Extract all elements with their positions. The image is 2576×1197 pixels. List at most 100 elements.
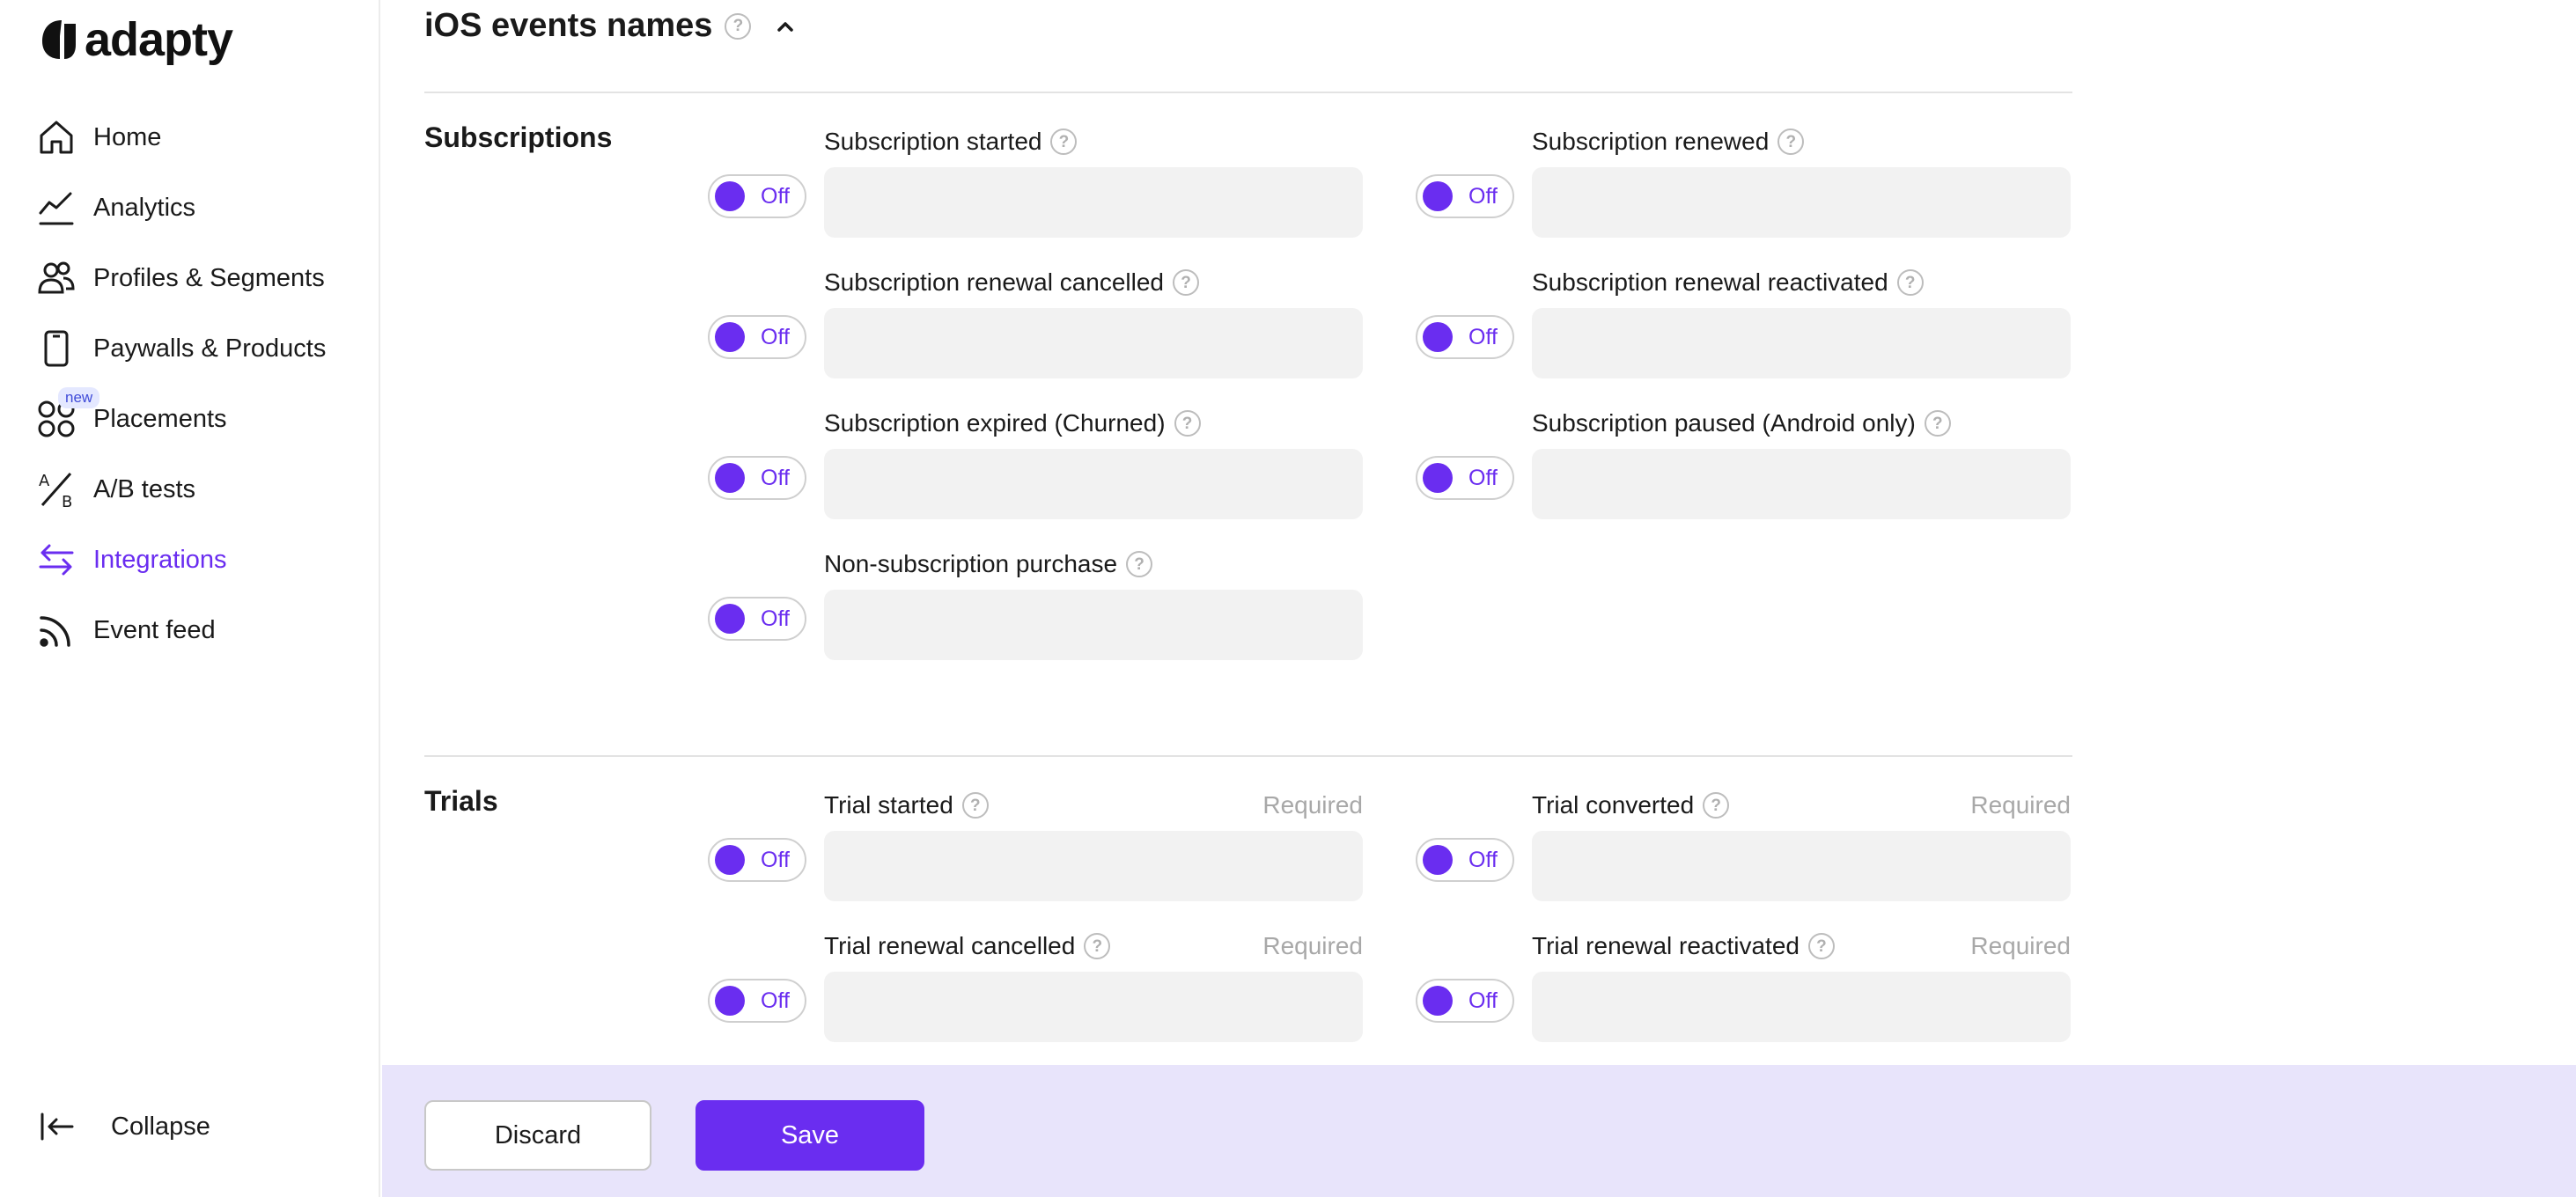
action-bar: Discard Save	[382, 1065, 2576, 1197]
help-icon[interactable]: ?	[1896, 269, 1924, 296]
field-label-row: Subscription renewal reactivated ?	[1532, 266, 2071, 299]
sidebar-item-label: Event feed	[93, 615, 216, 644]
event-name-input[interactable]	[824, 590, 1363, 660]
sidebar-item-label: Analytics	[93, 193, 196, 222]
collapse-button[interactable]: Collapse	[37, 1107, 210, 1146]
toggle-knob	[715, 181, 745, 211]
field-label: Non-subscription purchase	[824, 550, 1118, 577]
help-icon[interactable]: ?	[1807, 933, 1835, 959]
save-button[interactable]: Save	[696, 1100, 924, 1171]
adapty-logo[interactable]: adapty	[40, 13, 233, 66]
event-name-input[interactable]	[824, 831, 1363, 901]
help-icon[interactable]: ?	[961, 792, 989, 819]
sidebar-item-analytics[interactable]: Analytics	[0, 173, 380, 243]
toggle-knob	[715, 463, 745, 493]
field-trial-started: Trial started ? Required Off	[708, 789, 1439, 903]
toggle-knob	[715, 986, 745, 1016]
divider	[424, 92, 2072, 93]
help-icon[interactable]: ?	[1084, 933, 1111, 959]
toggle-switch[interactable]: Off	[708, 174, 806, 218]
group-title-trials: Trials	[424, 785, 498, 817]
sidebar-item-placements[interactable]: new Placements	[0, 384, 380, 454]
toggle-knob	[715, 604, 745, 634]
field-label-row: Subscription paused (Android only) ?	[1532, 407, 2071, 440]
field-subscription-expired: Subscription expired (Churned) ? Off	[708, 407, 1439, 521]
help-icon[interactable]: ?	[1777, 129, 1805, 155]
event-name-input[interactable]	[824, 449, 1363, 519]
sidebar-item-ab-tests[interactable]: AB A/B tests	[0, 454, 380, 525]
toggle-switch[interactable]: Off	[1416, 456, 1514, 500]
field-label: Subscription paused (Android only)	[1532, 409, 1916, 437]
discard-button[interactable]: Discard	[424, 1100, 651, 1171]
event-name-input[interactable]	[824, 972, 1363, 1042]
collapse-label: Collapse	[111, 1112, 210, 1141]
main-nav: Home Analytics Profiles & Segments Paywa…	[0, 102, 380, 665]
sidebar-item-integrations[interactable]: Integrations	[0, 525, 380, 595]
group-title-subscriptions: Subscriptions	[424, 121, 613, 153]
toggle-switch[interactable]: Off	[708, 456, 806, 500]
field-label-row: Trial started ? Required	[824, 789, 1363, 822]
toggle-label: Off	[1468, 184, 1498, 209]
field-label-row: Trial converted ? Required	[1532, 789, 2071, 822]
help-icon[interactable]: ?	[1703, 792, 1730, 819]
sidebar-item-paywalls-products[interactable]: Paywalls & Products	[0, 313, 380, 384]
field-trial-renewal-reactivated: Trial renewal reactivated ? Required Off	[1416, 929, 2146, 1044]
field-label-row: Trial renewal cancelled ? Required	[824, 929, 1363, 963]
help-icon[interactable]: ?	[1924, 410, 1951, 437]
sidebar-item-profiles-segments[interactable]: Profiles & Segments	[0, 243, 380, 313]
event-name-input[interactable]	[1532, 831, 2071, 901]
required-label: Required	[1970, 932, 2071, 959]
toggle-label: Off	[1468, 988, 1498, 1013]
help-icon[interactable]: ?	[1173, 269, 1199, 296]
field-label: Trial started	[824, 791, 953, 819]
sidebar-item-home[interactable]: Home	[0, 102, 380, 173]
svg-text:B: B	[62, 493, 72, 509]
toggle-knob	[715, 322, 745, 352]
logo-text: adapty	[85, 13, 233, 66]
toggle-switch[interactable]: Off	[708, 597, 806, 641]
field-label-row: Subscription renewed ?	[1532, 125, 2071, 158]
field-label-row: Subscription expired (Churned) ?	[824, 407, 1363, 440]
event-name-input[interactable]	[824, 308, 1363, 378]
toggle-switch[interactable]: Off	[1416, 315, 1514, 359]
toggle-knob	[1423, 181, 1453, 211]
toggle-knob	[1423, 986, 1453, 1016]
field-label: Trial converted	[1532, 791, 1695, 819]
profiles-icon	[37, 259, 76, 297]
event-feed-icon	[37, 611, 76, 650]
toggle-label: Off	[1468, 325, 1498, 349]
field-subscription-renewal-cancelled: Subscription renewal cancelled ? Off	[708, 266, 1439, 380]
field-label: Subscription renewal cancelled	[824, 268, 1164, 296]
toggle-switch[interactable]: Off	[1416, 838, 1514, 882]
field-subscription-renewal-reactivated: Subscription renewal reactivated ? Off	[1416, 266, 2146, 380]
toggle-switch[interactable]: Off	[708, 315, 806, 359]
help-icon[interactable]: ?	[725, 12, 752, 40]
main-content: iOS events names ? Subscriptions Subscri…	[382, 0, 2576, 1197]
toggle-switch[interactable]: Off	[708, 979, 806, 1023]
event-name-input[interactable]	[1532, 449, 2071, 519]
phone-icon	[37, 329, 76, 368]
help-icon[interactable]: ?	[1126, 551, 1153, 577]
divider	[424, 755, 2072, 757]
toggle-switch[interactable]: Off	[1416, 979, 1514, 1023]
help-icon[interactable]: ?	[1174, 410, 1201, 437]
toggle-knob	[715, 845, 745, 875]
field-label: Subscription started	[824, 128, 1042, 155]
field-label: Trial renewal reactivated	[1532, 932, 1800, 959]
field-label-row: Subscription renewal cancelled ?	[824, 266, 1363, 299]
svg-text:A: A	[39, 472, 50, 490]
event-name-input[interactable]	[1532, 167, 2071, 238]
toggle-switch[interactable]: Off	[1416, 174, 1514, 218]
event-name-input[interactable]	[824, 167, 1363, 238]
section-header[interactable]: iOS events names ?	[424, 7, 800, 45]
event-name-input[interactable]	[1532, 972, 2071, 1042]
help-icon[interactable]: ?	[1050, 129, 1078, 155]
required-label: Required	[1970, 791, 2071, 819]
field-label-row: Trial renewal reactivated ? Required	[1532, 929, 2071, 963]
sidebar-item-label: A/B tests	[93, 474, 196, 503]
event-name-input[interactable]	[1532, 308, 2071, 378]
toggle-switch[interactable]: Off	[708, 838, 806, 882]
field-subscription-renewed: Subscription renewed ? Off	[1416, 125, 2146, 239]
sidebar-item-event-feed[interactable]: Event feed	[0, 595, 380, 665]
chevron-up-icon[interactable]	[770, 11, 800, 41]
